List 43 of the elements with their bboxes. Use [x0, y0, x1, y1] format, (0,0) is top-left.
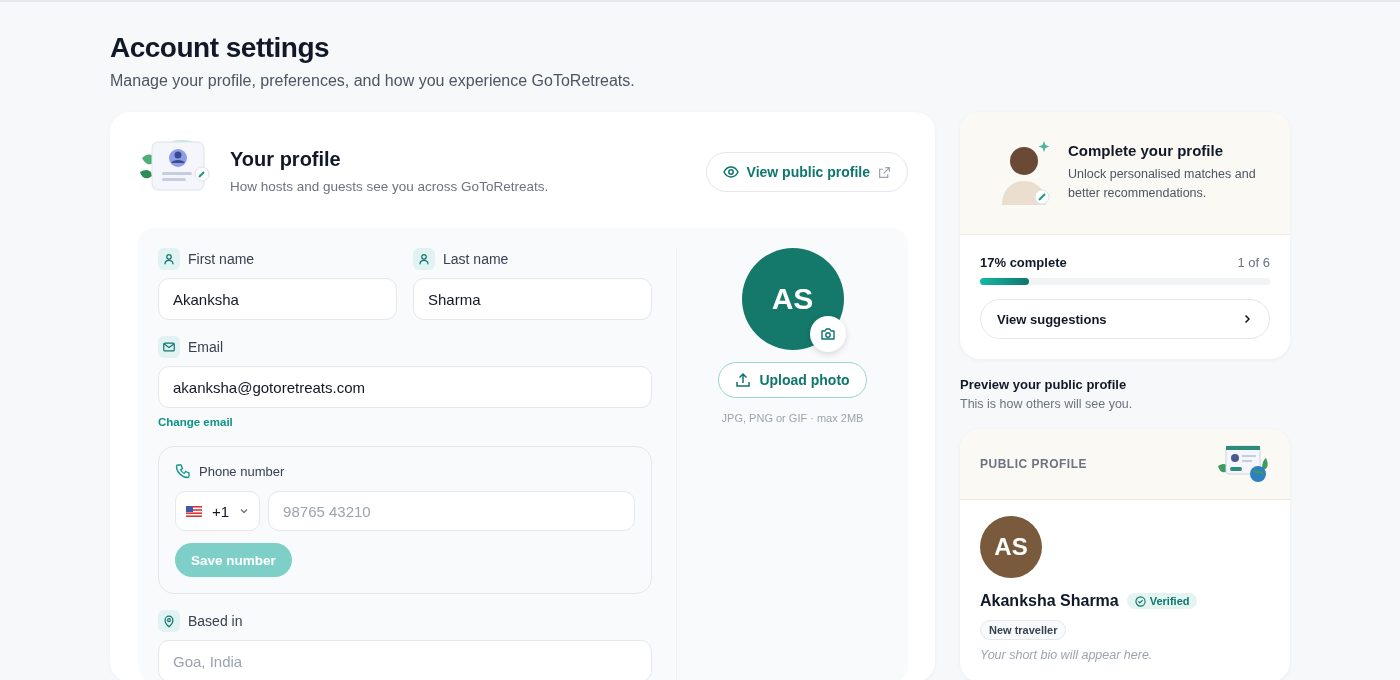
- bio-text: Your short bio will appear here.: [980, 648, 1154, 662]
- field-label: Phone number: [199, 463, 285, 479]
- last-name-input[interactable]: Sharma: [413, 278, 652, 320]
- avatar: AS: [980, 516, 1042, 578]
- card-title: Complete your profile: [1068, 141, 1225, 159]
- eye-icon: [722, 164, 739, 180]
- field-label: First name: [188, 251, 255, 267]
- field-label: Email: [188, 339, 223, 355]
- upload-icon: [735, 372, 752, 388]
- progress-steps: 1 of 6: [1237, 255, 1270, 270]
- view-suggestions-button[interactable]: View suggestions: [980, 299, 1270, 339]
- page-title: Account settings: [110, 32, 331, 64]
- phone-icon: [175, 463, 191, 479]
- change-photo-button[interactable]: [809, 316, 846, 352]
- section-title: Your profile: [230, 148, 342, 171]
- based-in-input[interactable]: Goa, India: [158, 640, 652, 680]
- card-subtitle: Unlock personalised matches and better recommendations.: [1068, 165, 1257, 202]
- view-public-profile-button[interactable]: View public profile: [705, 152, 908, 192]
- upload-hint: JPG, PNG or GIF · max 2MB: [721, 412, 864, 424]
- phone-number-input[interactable]: 98765 43210: [268, 491, 635, 531]
- change-email-link[interactable]: Change email: [158, 416, 233, 428]
- profile-globe-illustration: [1216, 444, 1270, 484]
- preview-title: Preview your public profile: [960, 377, 1128, 392]
- check-circle-icon: [1134, 595, 1146, 607]
- section-subtitle: How hosts and guests see you across GoToRetreats.: [230, 179, 550, 194]
- profile-name: Akanksha Sharma: [980, 592, 1119, 610]
- verified-badge: Verified: [1126, 593, 1198, 609]
- first-name-input[interactable]: Akanksha: [158, 278, 397, 320]
- camera-icon: [819, 326, 836, 342]
- external-link-icon: [878, 165, 891, 179]
- traveller-tag: New traveller: [980, 620, 1067, 640]
- page-subtitle: Manage your profile, preferences, and how you experience GoToRetreats.: [110, 72, 636, 90]
- country-code-dropdown[interactable]: +1: [175, 491, 261, 531]
- preview-subtitle: This is how others will see you.: [960, 397, 1134, 411]
- avatar: AS: [741, 248, 844, 350]
- chevron-down-icon: [239, 506, 250, 516]
- email-input[interactable]: akanksha@gotoretreats.com: [158, 366, 652, 408]
- field-label: Based in: [188, 613, 243, 629]
- progress-label: 17% complete: [980, 255, 1067, 270]
- flag-icon: [186, 505, 202, 517]
- field-label: Last name: [443, 251, 509, 267]
- card-label: PUBLIC PROFILE: [980, 457, 1087, 471]
- upload-photo-button[interactable]: Upload photo: [718, 362, 867, 398]
